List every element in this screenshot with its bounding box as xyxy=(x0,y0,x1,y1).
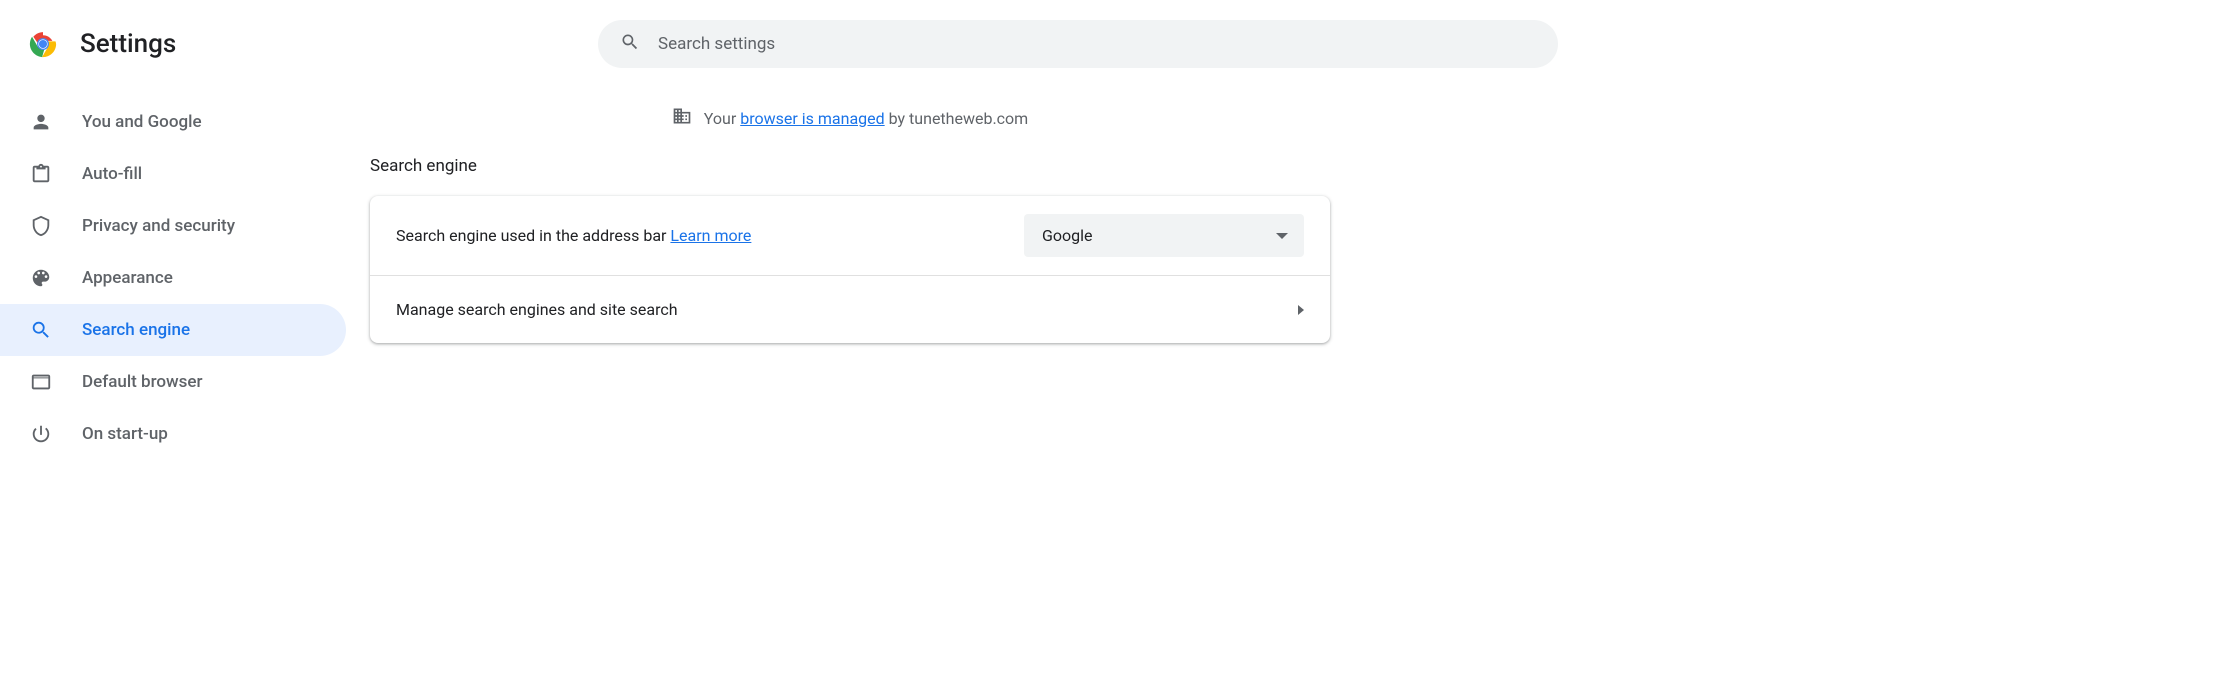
browser-icon xyxy=(30,371,52,393)
manage-search-engines-row[interactable]: Manage search engines and site search xyxy=(370,275,1330,343)
shield-icon xyxy=(30,215,52,237)
sidebar: You and Google Auto-fill Privacy and sec… xyxy=(0,88,350,460)
sidebar-item-label: Auto-fill xyxy=(82,164,142,184)
managed-text: Your browser is managed by tunetheweb.co… xyxy=(704,109,1028,128)
power-icon xyxy=(30,423,52,445)
managed-link[interactable]: browser is managed xyxy=(740,109,884,128)
sidebar-item-search-engine[interactable]: Search engine xyxy=(0,304,346,356)
sidebar-item-on-startup[interactable]: On start-up xyxy=(0,408,346,460)
main-content: Your browser is managed by tunetheweb.co… xyxy=(350,88,1350,460)
building-icon xyxy=(672,106,692,130)
search-input[interactable] xyxy=(658,34,1536,54)
search-engine-dropdown[interactable]: Google xyxy=(1024,214,1304,257)
sidebar-item-label: On start-up xyxy=(82,424,168,444)
page-title: Settings xyxy=(80,29,176,59)
chevron-right-icon xyxy=(1298,305,1304,315)
sidebar-item-appearance[interactable]: Appearance xyxy=(0,252,346,304)
settings-card: Search engine used in the address bar Le… xyxy=(370,196,1330,343)
learn-more-link[interactable]: Learn more xyxy=(670,226,751,245)
sidebar-item-label: Appearance xyxy=(82,268,173,288)
sidebar-item-label: Privacy and security xyxy=(82,216,235,236)
sidebar-item-label: Search engine xyxy=(82,320,190,340)
sidebar-item-you-and-google[interactable]: You and Google xyxy=(0,96,346,148)
search-engine-label: Search engine used in the address bar Le… xyxy=(396,226,1004,245)
search-bar[interactable] xyxy=(598,20,1558,68)
chrome-logo-icon xyxy=(28,29,58,59)
palette-icon xyxy=(30,267,52,289)
managed-banner: Your browser is managed by tunetheweb.co… xyxy=(370,88,1330,148)
sidebar-item-autofill[interactable]: Auto-fill xyxy=(0,148,346,200)
sidebar-item-privacy[interactable]: Privacy and security xyxy=(0,200,346,252)
search-engine-row: Search engine used in the address bar Le… xyxy=(370,196,1330,275)
chevron-down-icon xyxy=(1276,233,1288,239)
person-icon xyxy=(30,111,52,133)
search-icon xyxy=(30,319,52,341)
section-title: Search engine xyxy=(370,148,1330,196)
clipboard-icon xyxy=(30,163,52,185)
sidebar-item-default-browser[interactable]: Default browser xyxy=(0,356,346,408)
search-icon xyxy=(620,32,640,56)
dropdown-value: Google xyxy=(1042,226,1093,245)
manage-search-engines-label: Manage search engines and site search xyxy=(396,300,1278,319)
sidebar-item-label: You and Google xyxy=(82,112,202,132)
sidebar-item-label: Default browser xyxy=(82,372,203,392)
